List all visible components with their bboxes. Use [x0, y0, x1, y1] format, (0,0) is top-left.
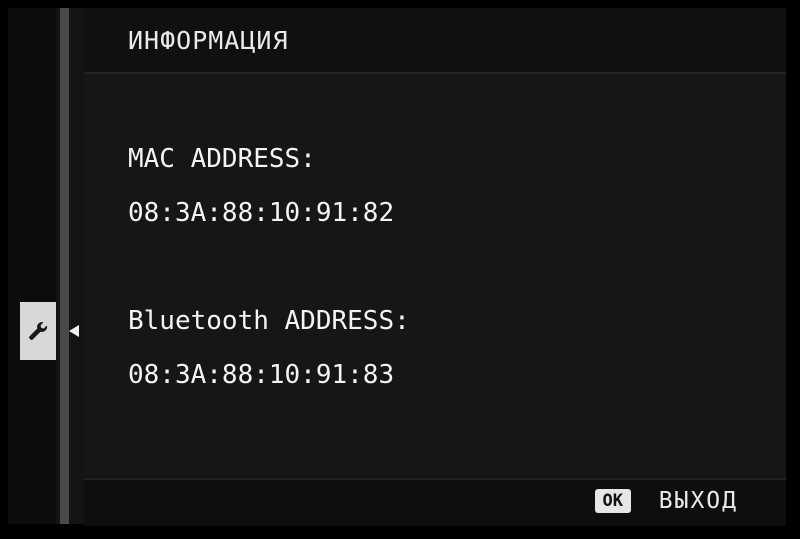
bluetooth-address-value: 08:3A:88:10:91:83 [128, 360, 395, 390]
mac-address-value: 08:3A:88:10:91:82 [128, 198, 395, 228]
tab-settings[interactable] [20, 302, 56, 360]
camera-menu-screen: ИНФОРМАЦИЯ MAC ADDRESS: 08:3A:88:10:91:8… [8, 8, 786, 526]
wrench-icon [29, 321, 48, 340]
page-title: ИНФОРМАЦИЯ [128, 26, 289, 55]
header: ИНФОРМАЦИЯ [84, 8, 786, 74]
info-panel: MAC ADDRESS: 08:3A:88:10:91:82 Bluetooth… [84, 74, 786, 476]
rail-divider [60, 8, 69, 524]
menu-tab-rail [8, 8, 56, 524]
footer: OK ВЫХОД [84, 478, 786, 526]
exit-label: ВЫХОД [658, 488, 738, 514]
bluetooth-address-label: Bluetooth ADDRESS: [128, 306, 410, 336]
triangle-left-icon [68, 324, 80, 338]
exit-button[interactable]: OK ВЫХОД [594, 488, 738, 514]
mac-address-label: MAC ADDRESS: [128, 144, 316, 174]
ok-button-icon: OK [594, 489, 631, 513]
content-area: ИНФОРМАЦИЯ MAC ADDRESS: 08:3A:88:10:91:8… [84, 8, 786, 526]
